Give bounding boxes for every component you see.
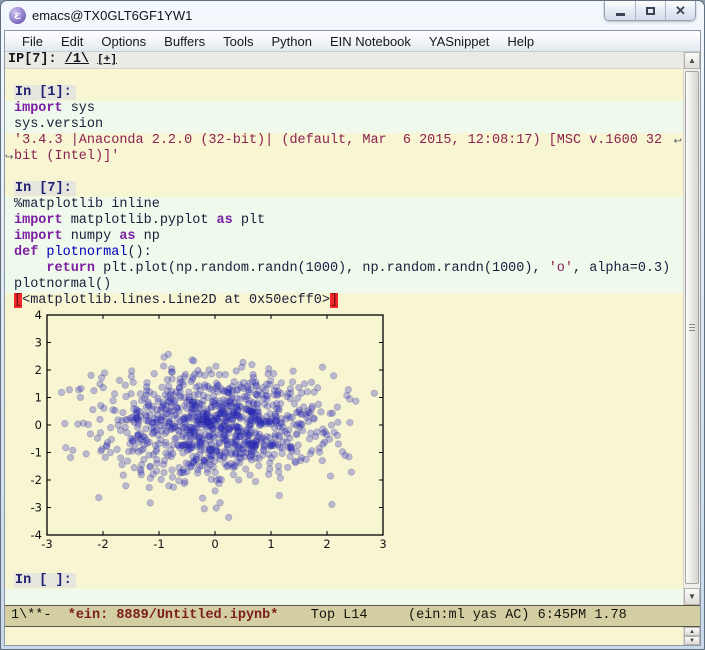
kernel-status: IP[7]:	[8, 52, 65, 67]
window-controls: ✕	[604, 1, 696, 21]
tick-label: -3	[41, 537, 52, 551]
worksheet-link[interactable]: /1\	[65, 52, 89, 67]
code-input-line[interactable]: import sys	[5, 101, 683, 117]
cell-output-image: -3 -2 -1 0 1 2 3 -4 -3 -2 -1 0 1 2 3 4	[5, 309, 683, 557]
vertical-scrollbar[interactable]: ▲ ▼	[683, 52, 700, 605]
menu-item-buffers[interactable]: Buffers	[155, 32, 214, 51]
notebook-buffer[interactable]: In [1]: import sys sys.version '3.4.3 |Anac…	[5, 69, 683, 605]
close-icon: ✕	[675, 3, 686, 18]
close-button[interactable]: ✕	[665, 1, 695, 20]
tick-label: -1	[153, 537, 164, 551]
cell-prompt: In [7]:	[5, 181, 683, 197]
menu-bar: File Edit Options Buffers Tools Python EIN Not…	[5, 31, 700, 52]
modeline-position: Top L14	[278, 608, 408, 623]
tick-label: 4	[35, 309, 42, 322]
menu-item-ein-notebook[interactable]: EIN Notebook	[321, 32, 420, 51]
emacs-app-icon[interactable]: ε	[9, 7, 26, 24]
minibuffer-scroll-up-button[interactable]: ▲	[684, 627, 700, 636]
minibuffer-scroll-down-button[interactable]: ▼	[684, 636, 700, 645]
tick-label: -4	[31, 528, 42, 542]
maximize-button[interactable]	[635, 1, 665, 20]
emacs-frame: File Edit Options Buffers Tools Python EIN Not…	[4, 30, 701, 646]
menu-item-help[interactable]: Help	[498, 32, 543, 51]
code-input-line[interactable]: import matplotlib.pyplot as plt	[5, 213, 683, 229]
notebook-column: IP[7]: /1\ [+] In [1]: import sys sys.vers…	[5, 52, 683, 605]
output-line: [<matplotlib.lines.Line2D at 0x50ecff0>]	[14, 293, 339, 308]
tick-label: 2	[35, 363, 42, 377]
output-line: '3.4.3 |Anaconda 2.2.0 (32-bit)| (defaul…	[14, 133, 682, 148]
tick-label: 1	[267, 537, 274, 551]
window-title: emacs@TX0GLT6GF1YW1	[32, 8, 193, 23]
line-wrap-icon: ↩	[673, 136, 682, 147]
tick-label: 1	[35, 391, 42, 405]
code-input-line[interactable]: def plotnormal():	[5, 245, 683, 261]
title-bar[interactable]: ε emacs@TX0GLT6GF1YW1 ✕	[1, 1, 704, 30]
tick-label: -1	[31, 446, 42, 460]
code-input-line[interactable]: return plt.plot(np.random.randn(1000), n…	[5, 261, 683, 277]
tick-label: -3	[31, 501, 42, 515]
code-input-line[interactable]: plotnormal()	[5, 277, 683, 293]
modeline-flags: 1\**-	[11, 608, 68, 623]
add-worksheet-link[interactable]: [+]	[97, 54, 117, 66]
menu-item-edit[interactable]: Edit	[52, 32, 92, 51]
line-continuation-icon: ↪	[5, 152, 14, 163]
scroll-down-button[interactable]: ▼	[684, 588, 700, 605]
scrollbar-thumb[interactable]	[685, 71, 699, 584]
matplotlib-inline-figure: -3 -2 -1 0 1 2 3-4-3-2-101234	[31, 309, 387, 551]
tick-label: 0	[35, 418, 42, 432]
tick-label: 3	[379, 537, 386, 551]
minibuffer-scrollbar[interactable]: ▲ ▼	[683, 627, 700, 645]
code-input-line[interactable]: sys.version	[5, 117, 683, 133]
prompt-label: In [1]:	[14, 85, 76, 100]
tick-label: -2	[97, 537, 108, 551]
echo-row: ▲ ▼	[5, 627, 700, 645]
code-input-line[interactable]: import numpy as np	[5, 229, 683, 245]
tick-label: -2	[31, 473, 42, 487]
modeline-minor-modes: (ein:ml yas AC) 6:45PM 1.78	[407, 608, 627, 623]
tick-label: 3	[35, 336, 42, 350]
prompt-label: In [ ]:	[14, 573, 76, 588]
scrollbar-grip-icon	[689, 323, 695, 332]
menu-item-file[interactable]: File	[13, 32, 52, 51]
menu-item-python[interactable]: Python	[262, 32, 320, 51]
echo-area[interactable]	[5, 627, 683, 645]
tick-label: 2	[323, 537, 330, 551]
ein-header-line: IP[7]: /1\ [+]	[5, 52, 683, 69]
cell-prompt: In [ ]:	[5, 573, 683, 589]
minimize-button[interactable]	[605, 1, 635, 20]
code-input-line[interactable]	[5, 589, 683, 605]
modeline-buffer-name[interactable]: *ein: 8889/Untitled.ipynb*	[68, 608, 279, 623]
menu-item-options[interactable]: Options	[92, 32, 155, 51]
menu-item-yasnippet[interactable]: YASnippet	[420, 32, 498, 51]
cell-prompt: In [1]:	[5, 85, 683, 101]
scroll-up-button[interactable]: ▲	[684, 52, 700, 69]
menu-item-tools[interactable]: Tools	[214, 32, 262, 51]
tick-label: 0	[211, 537, 218, 551]
output-line: bit (Intel)]' ↪	[5, 149, 120, 164]
main-row: IP[7]: /1\ [+] In [1]: import sys sys.vers…	[5, 52, 700, 605]
prompt-label: In [7]:	[14, 181, 76, 196]
code-input-line[interactable]: %matplotlib inline	[5, 197, 683, 213]
emacs-window: ε emacs@TX0GLT6GF1YW1 ✕ File Edit Options B…	[0, 0, 705, 650]
maximize-icon	[646, 6, 655, 15]
minimize-icon	[615, 12, 625, 16]
mode-line: 1\**- *ein: 8889/Untitled.ipynb* Top L14…	[5, 605, 700, 627]
